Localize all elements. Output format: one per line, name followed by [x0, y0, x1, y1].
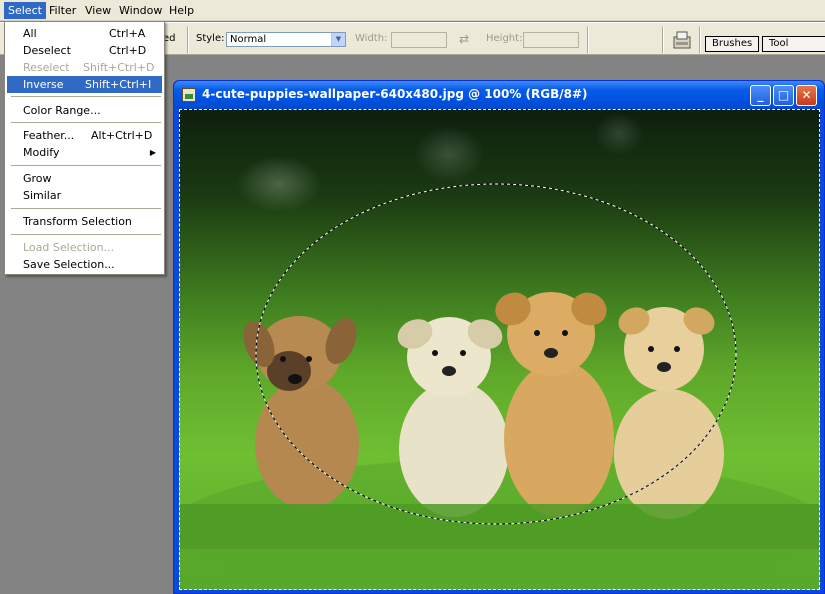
document-title: 4-cute-puppies-wallpaper-640x480.jpg @ 1…	[202, 87, 588, 101]
image-canvas[interactable]	[179, 109, 820, 590]
menu-separator	[11, 208, 161, 209]
menu-separator	[11, 122, 161, 123]
style-label: Style:	[196, 33, 225, 44]
menu-item-modify[interactable]: Modify ▶	[7, 144, 162, 161]
menu-item-inverse[interactable]: Inverse Shift+Ctrl+I	[7, 76, 162, 93]
menu-item-grow[interactable]: Grow	[7, 170, 162, 187]
menu-separator	[11, 165, 161, 166]
options-separator	[587, 27, 589, 53]
brushes-tab[interactable]: Brushes	[705, 36, 760, 52]
file-browser-icon[interactable]	[671, 30, 693, 50]
swap-icon[interactable]: ⇄	[459, 32, 469, 46]
menu-item-feather[interactable]: Feather... Alt+Ctrl+D	[7, 127, 162, 144]
minimize-button[interactable]: _	[750, 85, 771, 106]
options-separator	[187, 27, 189, 53]
menu-window[interactable]: Window	[115, 2, 166, 19]
style-dropdown[interactable]: Normal ▼	[226, 32, 346, 47]
menu-filter[interactable]: Filter	[45, 2, 80, 19]
menu-bar: Select Filter View Window Help	[0, 0, 825, 21]
options-separator	[662, 27, 664, 53]
menu-item-save-selection[interactable]: Save Selection...	[7, 256, 162, 273]
tool-presets-tab[interactable]: Tool Presets	[762, 36, 825, 52]
close-button[interactable]: ✕	[796, 85, 817, 106]
document-window: 4-cute-puppies-wallpaper-640x480.jpg @ 1…	[173, 80, 825, 594]
width-label: Width:	[355, 33, 388, 44]
menu-help[interactable]: Help	[165, 2, 198, 19]
menu-view[interactable]: View	[81, 2, 115, 19]
menu-item-reselect: Reselect Shift+Ctrl+D	[23, 61, 155, 74]
menu-item-color-range[interactable]: Color Range...	[7, 102, 162, 119]
menu-separator	[11, 234, 161, 235]
menu-separator	[11, 96, 161, 97]
image-file-icon	[182, 88, 196, 102]
chevron-down-icon[interactable]: ▼	[331, 33, 345, 46]
menu-item-load-selection: Load Selection...	[23, 241, 115, 254]
height-label: Height:	[486, 33, 523, 44]
menu-select[interactable]: Select	[4, 2, 46, 19]
width-input[interactable]	[391, 32, 447, 48]
select-dropdown-menu: All Ctrl+A Deselect Ctrl+D Reselect Shift+C…	[4, 21, 165, 275]
menu-item-transform-selection[interactable]: Transform Selection	[7, 213, 162, 230]
menu-item-all[interactable]: All Ctrl+A	[7, 25, 162, 42]
maximize-button[interactable]: □	[773, 85, 794, 106]
menu-item-similar[interactable]: Similar	[7, 187, 162, 204]
document-title-bar[interactable]: 4-cute-puppies-wallpaper-640x480.jpg @ 1…	[174, 81, 824, 109]
options-separator	[699, 27, 701, 53]
style-dropdown-value: Normal	[230, 34, 267, 45]
menu-item-deselect[interactable]: Deselect Ctrl+D	[7, 42, 162, 59]
canvas-edge-marquee	[179, 109, 820, 590]
height-input[interactable]	[523, 32, 579, 48]
submenu-arrow-icon: ▶	[149, 148, 156, 157]
